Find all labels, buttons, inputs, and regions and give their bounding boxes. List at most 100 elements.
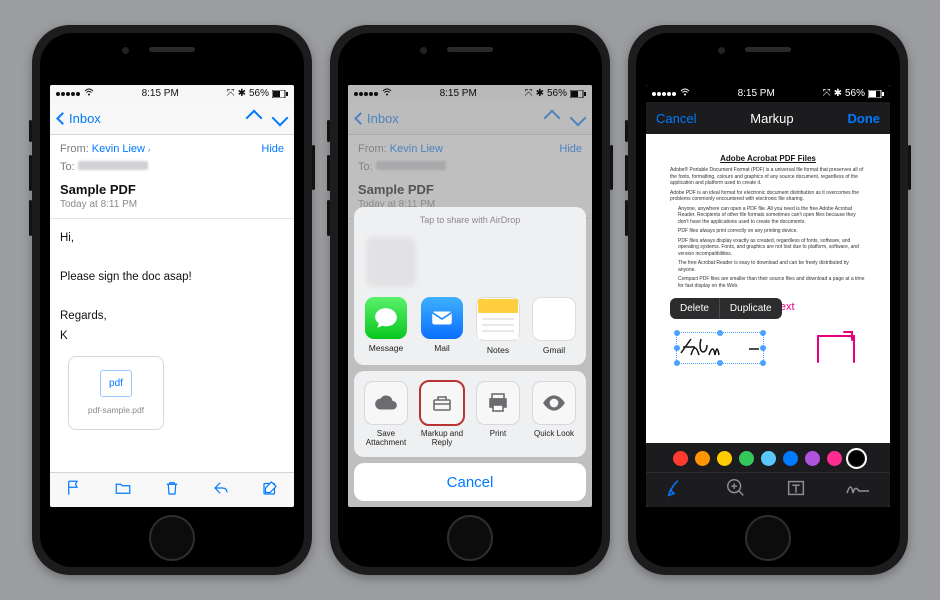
- doc-bullet: Compact PDF files are smaller than their…: [678, 276, 866, 289]
- color-swatch[interactable]: [739, 451, 754, 466]
- phone-sharesheet: 8:15 PM ⤧ ✱ 56% Inbox From: Kevin Liew H…: [330, 25, 610, 575]
- action-save[interactable]: Save Attachment: [359, 381, 414, 447]
- context-menu: Delete Duplicate: [670, 298, 782, 319]
- action-print[interactable]: Print: [471, 381, 526, 447]
- app-label: Notes: [487, 345, 509, 355]
- app-label: Message: [369, 343, 404, 353]
- signature-object[interactable]: [676, 332, 764, 364]
- pen-tool[interactable]: [665, 477, 687, 504]
- share-notes[interactable]: Notes: [471, 297, 526, 355]
- status-time: 8:15 PM: [738, 88, 775, 99]
- next-msg-button[interactable]: [272, 110, 289, 127]
- color-swatch[interactable]: [717, 451, 732, 466]
- hide-button[interactable]: Hide: [261, 141, 284, 159]
- app-row: Message Mail Notes M Gmail: [354, 293, 586, 363]
- share-screen: 8:15 PM ⤧ ✱ 56% Inbox From: Kevin Liew H…: [348, 85, 592, 507]
- color-swatch[interactable]: [827, 451, 842, 466]
- color-swatch[interactable]: [849, 451, 864, 466]
- cancel-button[interactable]: Cancel: [656, 111, 696, 126]
- mail-toolbar: [50, 472, 294, 507]
- back-label: Inbox: [69, 111, 101, 126]
- mail-body: Hi, Please sign the doc asap! Regards, K…: [50, 219, 294, 450]
- color-swatch[interactable]: [695, 451, 710, 466]
- edit-zone: Delete Duplicate: [670, 321, 866, 366]
- share-mail[interactable]: Mail: [415, 297, 470, 355]
- toolbox-icon: [420, 381, 464, 425]
- color-palette: [646, 443, 890, 473]
- magnifier-tool[interactable]: [725, 477, 747, 504]
- body-line: Please sign the doc asap!: [60, 268, 284, 288]
- airdrop-caption: Tap to share with AirDrop: [354, 213, 586, 231]
- folder-button[interactable]: [114, 479, 132, 502]
- attachment[interactable]: pdf pdf-sample.pdf: [68, 356, 164, 430]
- nav-icon: ⤧: [227, 88, 235, 99]
- drawn-shape[interactable]: [814, 328, 860, 366]
- action-row: Save Attachment Markup and Reply Print Q…: [354, 377, 586, 455]
- color-swatch[interactable]: [805, 451, 820, 466]
- chevron-left-icon: [56, 112, 69, 125]
- cancel-button[interactable]: Cancel: [354, 463, 586, 501]
- battery-icon: [272, 90, 288, 98]
- home-button[interactable]: [447, 515, 493, 561]
- action-quicklook[interactable]: Quick Look: [527, 381, 582, 447]
- status-bar: 8:15 PM ⤧ ✱ 56%: [50, 85, 294, 102]
- action-label: Markup and Reply: [415, 429, 470, 447]
- menu-duplicate[interactable]: Duplicate: [720, 298, 782, 319]
- wifi-icon: [84, 88, 94, 96]
- subject-block: Sample PDF Today at 8:11 PM: [50, 180, 294, 219]
- doc-para: Adobe® Portable Document Format (PDF) is…: [670, 167, 866, 187]
- body-line: Regards,: [60, 307, 284, 327]
- attachment-name: pdf-sample.pdf: [88, 403, 144, 417]
- printer-icon: [476, 381, 520, 425]
- body-line: K: [60, 327, 284, 347]
- status-bar: 8:15 PM ⤧ ✱ 56%: [646, 85, 890, 102]
- app-label: Gmail: [543, 345, 565, 355]
- doc-bullet: PDF files always display exactly as crea…: [678, 238, 866, 258]
- compose-button[interactable]: [261, 479, 279, 502]
- done-button[interactable]: Done: [847, 111, 880, 126]
- nav-title: Markup: [750, 111, 793, 126]
- eye-icon: [532, 381, 576, 425]
- from-value[interactable]: Kevin Liew: [92, 143, 145, 155]
- mail-header: From: Kevin Liew › Hide To:: [50, 135, 294, 180]
- airdrop-contact[interactable]: [366, 237, 416, 287]
- mail-screen: 8:15 PM ⤧ ✱ 56% Inbox From: Kevin Liew ›…: [50, 85, 294, 507]
- pdf-page[interactable]: Adobe Acrobat PDF Files Adobe® Portable …: [658, 144, 878, 444]
- markup-tools: [646, 472, 890, 507]
- doc-para: Adobe PDF is an ideal format for electro…: [670, 190, 866, 203]
- subject-text: Sample PDF: [60, 182, 284, 197]
- signature-tool[interactable]: [845, 477, 871, 504]
- color-swatch[interactable]: [673, 451, 688, 466]
- from-label: From:: [60, 143, 89, 155]
- doc-bullet: Anyone, anywhere can open a PDF file. Al…: [678, 206, 866, 226]
- color-swatch[interactable]: [783, 451, 798, 466]
- doc-title: Adobe Acrobat PDF Files: [670, 154, 866, 163]
- reply-button[interactable]: [212, 479, 230, 502]
- pdf-icon: pdf: [100, 370, 132, 397]
- home-button[interactable]: [149, 515, 195, 561]
- text-tool[interactable]: [785, 477, 807, 504]
- to-value: [78, 161, 148, 170]
- to-label: To:: [60, 161, 75, 173]
- menu-delete[interactable]: Delete: [670, 298, 719, 319]
- action-markup-reply[interactable]: Markup and Reply: [415, 381, 470, 447]
- share-message[interactable]: Message: [359, 297, 414, 355]
- color-swatch[interactable]: [761, 451, 776, 466]
- gmail-icon: M: [532, 297, 576, 341]
- action-label: Print: [490, 429, 506, 438]
- phone-mail: 8:15 PM ⤧ ✱ 56% Inbox From: Kevin Liew ›…: [32, 25, 312, 575]
- prev-msg-button[interactable]: [246, 110, 263, 127]
- back-button[interactable]: Inbox: [58, 111, 101, 126]
- action-label: Quick Look: [534, 429, 574, 438]
- subject-date: Today at 8:11 PM: [60, 199, 284, 210]
- phone-markup: 8:15 PM ⤧ ✱ 56% Cancel Markup Done Adobe…: [628, 25, 908, 575]
- doc-bullet: The free Acrobat Reader is easy to downl…: [678, 260, 866, 273]
- notes-icon: [476, 297, 520, 341]
- trash-button[interactable]: [163, 479, 181, 502]
- markup-screen: 8:15 PM ⤧ ✱ 56% Cancel Markup Done Adobe…: [646, 85, 890, 507]
- flag-button[interactable]: [65, 479, 83, 502]
- mail-navbar: Inbox: [50, 102, 294, 135]
- home-button[interactable]: [745, 515, 791, 561]
- share-gmail[interactable]: M Gmail: [527, 297, 582, 355]
- share-sheet: Tap to share with AirDrop Message Mail N…: [354, 207, 586, 501]
